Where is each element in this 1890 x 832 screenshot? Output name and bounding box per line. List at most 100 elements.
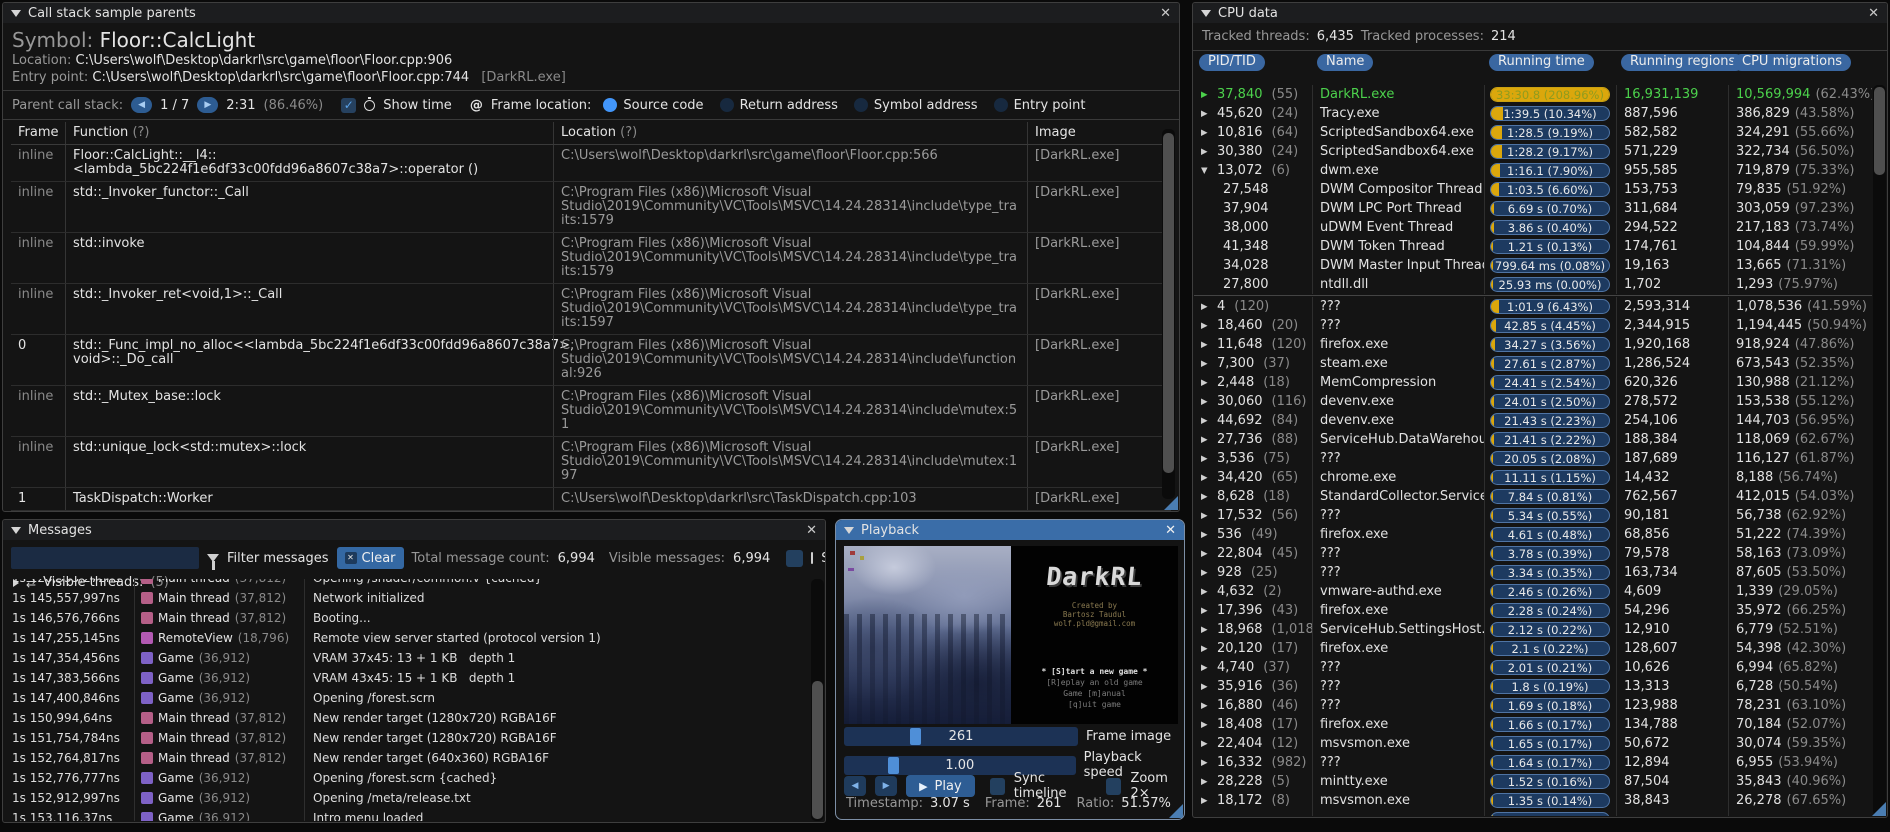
message-row[interactable]: 1s 147,255,145ns RemoteView (18,796) Remote… [4,628,810,648]
process-row[interactable]: ▶ 18,460 (20)??? 42.85 s (4.45%) 2,344,915 1,… [1194,316,1872,335]
collapse-icon[interactable]: ▼ [1201,166,1212,176]
process-row[interactable]: ▶ 18,968 (1,018)ServiceHub.SettingsHost.ex… [1194,620,1872,639]
process-row[interactable]: ▶ 27,736 (88) ServiceHub.DataWarehouse 21.41… [1194,430,1872,449]
radio-entry-point[interactable]: Entry point [993,98,1085,113]
table-row[interactable]: inline std::unique_lock<std::mutex>::lock… [11,437,1171,488]
message-row[interactable]: 1s 145,557,997ns Main thread (37,812) Netwo… [4,588,810,608]
process-row[interactable]: ▶ 4,740 (37)??? 2.01 s (0.21%) 10,626 6,994 (6… [1194,658,1872,677]
messages-titlebar[interactable]: Messages ✕ [3,520,825,540]
process-row[interactable]: ▶ 16,880 (46)??? 1.69 s (0.18%) 123,988 78,23… [1194,696,1872,715]
resize-grip[interactable] [1872,802,1886,816]
process-row[interactable]: 27,548 DWM Compositor Thread 1:03.5 (6.60%… [1194,180,1872,199]
process-row[interactable]: ▶ 22,804 (45)??? 3.78 s (0.39%) 79,578 58,163… [1194,544,1872,563]
process-row[interactable]: ▶ 536 (49) firefox.exe 4.61 s (0.48%) 68,856 5… [1194,525,1872,544]
close-icon[interactable]: ✕ [1160,6,1171,21]
expand-icon[interactable]: ▶ [1201,473,1212,483]
process-row[interactable]: ▼ 13,072 (6) dwm.exe 1:16.1 (7.90%) 955,585 71… [1194,161,1872,180]
expand-icon[interactable]: ▶ [1201,454,1212,464]
expand-icon[interactable]: ▶ [1201,739,1212,749]
expand-icon[interactable]: ▶ [1201,435,1212,445]
process-row[interactable]: ▶ 22,404 (12) msvsmon.exe 1.65 s (0.17%) 50,6… [1194,734,1872,753]
process-row[interactable]: 41,348 DWM Token Thread 1.21 s (0.13%) 174,… [1194,237,1872,256]
message-row[interactable]: 1s 147,400,846ns Game (36,912) Opening /for… [4,688,810,708]
expand-icon[interactable]: ▶ [1201,606,1212,616]
col-image[interactable]: Image [1027,122,1131,144]
next-callstack-button[interactable]: ▶ [197,97,219,113]
expand-icon[interactable]: ▶ [1201,549,1212,559]
table-row[interactable]: 0 std::_Func_impl_no_alloc<<lambda_5bc224… [11,335,1171,386]
process-row[interactable]: ▶ 17,532 (56)??? 5.34 s (0.55%) 90,181 56,738… [1194,506,1872,525]
scrollbar-thumb[interactable] [812,681,823,819]
radio-symbol-address[interactable]: Symbol address [853,98,978,113]
process-row[interactable]: ▶ 37,840 (55) DarkRL.exe 33:30.8 (208.96%) 16… [1194,85,1872,104]
radio-return-address[interactable]: Return address [719,98,838,113]
message-row[interactable]: 1s 152,912,997ns Game (36,912) Opening /met… [4,788,810,808]
process-row[interactable]: ▶ 7,300 (37) steam.exe 27.61 s (2.87%) 1,286,… [1194,354,1872,373]
process-row[interactable]: ▶ 18,172 (8) msvsmon.exe 1.35 s (0.14%) 38,84… [1194,791,1872,810]
close-icon[interactable]: ✕ [806,523,817,538]
expand-icon[interactable]: ▶ [1201,359,1212,369]
table-row[interactable]: inline std::invoke C:\Program Files (x86)\… [11,233,1171,284]
cpu-scrollbar[interactable] [1873,85,1886,816]
process-row[interactable]: 34,028 DWM Master Input Thread 799.64 ms (… [1194,256,1872,275]
process-row[interactable]: ▶ 44,692 (84) devenv.exe 21.43 s (2.23%) 254,… [1194,411,1872,430]
show-time-checkbox[interactable]: ✓ [341,97,357,113]
message-row[interactable]: 1s 151,754,784ns Main thread (37,812) New r… [4,728,810,748]
process-row[interactable]: ▶ 4 (120)??? 1:01.9 (6.43%) 2,593,314 1,078,5… [1194,297,1872,316]
callstack-titlebar[interactable]: Call stack sample parents ✕ [3,3,1179,23]
zoom-checkbox[interactable] [1106,777,1122,795]
process-row[interactable]: ▶ 4,632 (2) vmware-authd.exe 2.46 s (0.26%) 4… [1194,582,1872,601]
process-row[interactable]: ▶ 16,332 (982)??? 1.64 s (0.17%) 12,894 6,955… [1194,753,1872,772]
playback-titlebar[interactable]: Playback ✕ [836,520,1184,540]
process-row[interactable]: ▶ 34,420 (65) chrome.exe 11.11 s (1.15%) 14,4… [1194,468,1872,487]
message-row[interactable]: 1s 146,576,766ns Main thread (37,812) Booti… [4,608,810,628]
resize-grip[interactable] [1164,496,1178,510]
process-row[interactable]: ▶ 2,448 (18) MemCompression 24.41 s (2.54%) 6… [1194,373,1872,392]
process-row[interactable]: ▶ 35,916 (36)??? 1.8 s (0.19%) 13,313 6,728 (5… [1194,677,1872,696]
expand-icon[interactable]: ▶ [1201,109,1212,119]
process-row[interactable]: ▶ 17,396 (43) firefox.exe 2.28 s (0.24%) 54,2… [1194,601,1872,620]
process-row[interactable]: ▶ 20,120 (17) firefox.exe 2.1 s (0.22%) 128,6… [1194,639,1872,658]
table-row[interactable]: inline std::_Invoker_ret<void,1>::_Call C:… [11,284,1171,335]
message-row[interactable]: 1s 152,776,777ns Game (36,912) Opening /for… [4,768,810,788]
message-row[interactable]: 1s 153,116,37ns Game (36,912) Intro menu lo… [4,808,810,821]
prev-callstack-button[interactable]: ◀ [131,97,153,113]
process-row[interactable]: 37,904 DWM LPC Port Thread 6.69 s (0.70%) 3… [1194,199,1872,218]
col-running-regions[interactable]: Running regions [1621,54,1745,71]
close-icon[interactable]: ✕ [1868,6,1879,21]
callstack-scrollbar[interactable] [1162,129,1175,499]
process-row[interactable] [1194,810,1872,816]
col-running-time[interactable]: Running time [1489,54,1594,71]
col-name[interactable]: Name [1317,54,1374,71]
slider-knob[interactable] [909,728,921,745]
collapse-icon[interactable] [844,526,854,534]
expand-icon[interactable]: ▶ [1201,530,1212,540]
process-row[interactable]: ▶ 45,620 (24) Tracy.exe 1:39.5 (10.34%) 887,5… [1194,104,1872,123]
process-row[interactable]: ▶ 30,060 (116) devenv.exe 24.01 s (2.50%) 278… [1194,392,1872,411]
expand-icon[interactable]: ▶ [1201,416,1212,426]
expand-icon[interactable]: ▶ [1201,397,1212,407]
process-row[interactable]: ▶ 8,628 (18) StandardCollector.Service.e 7.8… [1194,487,1872,506]
expand-icon[interactable]: ▶ [1201,302,1212,312]
filter-input[interactable] [11,547,199,569]
expand-icon[interactable]: ▶ [1201,321,1212,331]
expand-icon[interactable]: ▶ [1201,644,1212,654]
expand-icon[interactable]: ▶ [1201,682,1212,692]
collapse-icon[interactable] [11,526,21,534]
table-row[interactable]: 1 TaskDispatch::Worker C:\Users\wolf\Deskt… [11,488,1171,511]
expand-icon[interactable]: ▶ [1201,147,1212,157]
frame-image-slider[interactable]: 261 [844,727,1078,746]
col-frame[interactable]: Frame [11,122,65,144]
col-function[interactable]: Function (?) [65,122,553,144]
callstack-table-header[interactable]: Frame Function (?) Location (?) Image [11,122,1171,145]
next-frame-button[interactable]: ▶ [875,776,898,796]
expand-icon[interactable]: ▶ [1201,758,1212,768]
table-row[interactable]: inline Floor::CalcLight::__l4::<lambda_5b… [11,145,1171,182]
expand-icon[interactable]: ▶ [1201,625,1212,635]
table-row[interactable]: inline std::_Invoker_functor::_Call C:\Pro… [11,182,1171,233]
col-cpu-migrations[interactable]: CPU migrations [1733,54,1852,71]
messages-scrollbar[interactable] [811,579,824,821]
col-location[interactable]: Location (?) [553,122,1027,144]
process-row[interactable]: ▶ 10,816 (64) ScriptedSandbox64.exe 1:28.5 (… [1194,123,1872,142]
process-row[interactable]: ▶ 11,648 (120) firefox.exe 34.27 s (3.56%) 1,… [1194,335,1872,354]
